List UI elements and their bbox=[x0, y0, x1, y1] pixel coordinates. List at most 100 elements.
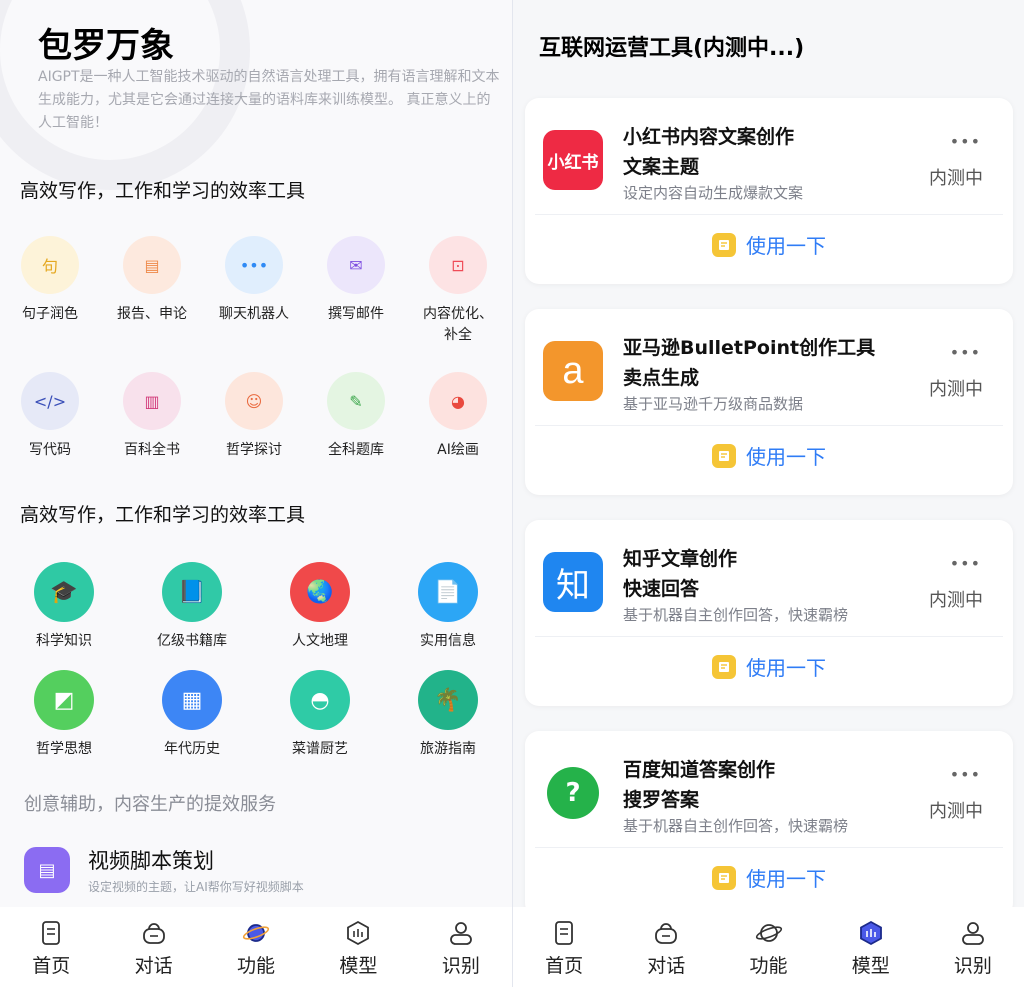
category-label: 实用信息 bbox=[420, 633, 476, 649]
nav-item-3[interactable]: 模型 bbox=[820, 907, 922, 987]
section-heading-categories: 高效写作，工作和学习的效率工具 bbox=[20, 504, 306, 526]
category-item[interactable]: 🎓 科学知识 bbox=[4, 562, 124, 650]
section-heading-tools: 高效写作，工作和学习的效率工具 bbox=[20, 180, 306, 202]
nav-label: 对话 bbox=[134, 955, 173, 977]
tool-label: 聊天机器人 bbox=[219, 306, 289, 322]
document-icon[interactable]: 📄 bbox=[418, 562, 478, 622]
tool-item[interactable]: ☺ 哲学探讨 bbox=[204, 372, 304, 461]
tool-label: 百科全书 bbox=[124, 442, 180, 458]
tools-title: 互联网运营工具(内测中...) bbox=[539, 36, 805, 61]
palm-tree-icon[interactable]: 🌴 bbox=[418, 670, 478, 730]
service-title[interactable]: 视频脚本策划 bbox=[88, 845, 214, 875]
history-icon[interactable]: ▦ bbox=[162, 670, 222, 730]
use-button-label: 使用一下 bbox=[746, 445, 826, 469]
card-description: 设定内容自动生成爆款文案 bbox=[623, 184, 804, 202]
tool-item[interactable]: ▥ 百科全书 bbox=[102, 372, 202, 461]
report-icon[interactable]: ▤ bbox=[123, 236, 181, 294]
xiaohongshu-logo: 小红书 bbox=[543, 130, 603, 190]
exercise-book-icon[interactable]: ✎ bbox=[327, 372, 385, 430]
use-button-label: 使用一下 bbox=[746, 867, 826, 891]
nav-label: 功能 bbox=[749, 955, 788, 977]
content-optimize-icon[interactable]: ⊡ bbox=[429, 236, 487, 294]
nav-label: 识别 bbox=[441, 955, 480, 977]
nav-item-0[interactable]: 首页 bbox=[0, 907, 102, 987]
nav-label: 首页 bbox=[32, 955, 71, 977]
nav-label: 识别 bbox=[953, 955, 992, 977]
nav-item-1[interactable]: 对话 bbox=[102, 907, 204, 987]
tool-item[interactable]: 句句子润色 bbox=[0, 236, 100, 325]
nav-item-2[interactable]: 功能 bbox=[717, 907, 819, 987]
more-options-icon[interactable]: ••• bbox=[950, 765, 981, 784]
category-item[interactable]: 📄 实用信息 bbox=[388, 562, 508, 650]
chat-icon bbox=[652, 919, 680, 947]
card-divider bbox=[535, 847, 1003, 848]
card-description: 基于机器自主创作回答，快速霸榜 bbox=[623, 817, 849, 835]
nav-item-4[interactable]: 识别 bbox=[410, 907, 512, 987]
nav-item-1[interactable]: 对话 bbox=[615, 907, 717, 987]
category-label: 人文地理 bbox=[292, 633, 348, 649]
category-item[interactable]: ◓ 菜谱厨艺 bbox=[260, 670, 380, 758]
card-divider bbox=[535, 214, 1003, 215]
more-options-icon[interactable]: ••• bbox=[950, 132, 981, 151]
card-subtitle: 搜罗答案 bbox=[623, 789, 700, 811]
use-button[interactable]: 使用一下 bbox=[525, 652, 1013, 681]
tool-item[interactable]: ⊡ 内容优化、补全 bbox=[408, 236, 508, 346]
card-subtitle: 文案主题 bbox=[623, 156, 700, 178]
tool-label: 哲学探讨 bbox=[226, 442, 282, 458]
tool-label: 句子润色 bbox=[22, 306, 78, 322]
graduation-cap-icon[interactable]: 🎓 bbox=[34, 562, 94, 622]
card-divider bbox=[535, 425, 1003, 426]
category-item[interactable]: 🌴 旅游指南 bbox=[388, 670, 508, 758]
use-button[interactable]: 使用一下 bbox=[525, 441, 1013, 470]
category-label: 科学知识 bbox=[36, 633, 92, 649]
note-icon bbox=[712, 654, 736, 679]
category-item[interactable]: ▦ 年代历史 bbox=[132, 670, 252, 758]
more-options-icon[interactable]: ••• bbox=[950, 343, 981, 362]
note-icon bbox=[712, 865, 736, 890]
nav-item-4[interactable]: 识别 bbox=[922, 907, 1024, 987]
sentence-icon[interactable]: 句 bbox=[21, 236, 79, 294]
nav-item-0[interactable]: 首页 bbox=[513, 907, 615, 987]
code-icon[interactable]: </> bbox=[21, 372, 79, 430]
mail-icon[interactable]: ✉ bbox=[327, 236, 385, 294]
cloche-icon[interactable]: ◓ bbox=[290, 670, 350, 730]
nav-label: 模型 bbox=[339, 955, 378, 977]
model-icon bbox=[857, 919, 885, 947]
palette-icon[interactable]: ◕ bbox=[429, 372, 487, 430]
status-badge: 内测中 bbox=[929, 801, 983, 822]
nav-item-3[interactable]: 模型 bbox=[307, 907, 409, 987]
more-options-icon[interactable]: ••• bbox=[950, 554, 981, 573]
tool-card: ? 百度知道答案创作 搜罗答案 基于机器自主创作回答，快速霸榜 ••• 内测中 使用一下 bbox=[525, 731, 1013, 917]
nav-item-2[interactable]: 功能 bbox=[205, 907, 307, 987]
tool-item[interactable]: </> 写代码 bbox=[0, 372, 100, 461]
tool-label: 内容优化、补全 bbox=[423, 306, 493, 343]
tool-item[interactable]: ✉ 撰写邮件 bbox=[306, 236, 406, 325]
zhihu-logo: 知 bbox=[543, 552, 603, 612]
category-label: 旅游指南 bbox=[420, 741, 476, 757]
book-icon[interactable]: 📘 bbox=[162, 562, 222, 622]
tool-item[interactable]: ✎ 全科题库 bbox=[306, 372, 406, 461]
card-description: 基于亚马逊千万级商品数据 bbox=[623, 395, 804, 413]
use-button[interactable]: 使用一下 bbox=[525, 863, 1013, 892]
amazon-logo: a bbox=[543, 341, 603, 401]
frame-icon[interactable]: ◩ bbox=[34, 670, 94, 730]
use-button-label: 使用一下 bbox=[746, 656, 826, 680]
category-label: 亿级书籍库 bbox=[157, 633, 227, 649]
category-item[interactable]: 🌏 人文地理 bbox=[260, 562, 380, 650]
script-icon[interactable]: ▤ bbox=[24, 847, 70, 893]
category-label: 年代历史 bbox=[164, 741, 220, 757]
use-button-label: 使用一下 bbox=[746, 234, 826, 258]
globe-icon[interactable]: 🌏 bbox=[290, 562, 350, 622]
nav-label: 功能 bbox=[237, 955, 276, 977]
head-think-icon[interactable]: ☺ bbox=[225, 372, 283, 430]
books-icon[interactable]: ▥ bbox=[123, 372, 181, 430]
tool-item[interactable]: ◕ AI绘画 bbox=[408, 372, 508, 461]
use-button[interactable]: 使用一下 bbox=[525, 230, 1013, 259]
tool-item[interactable]: ••• 聊天机器人 bbox=[204, 236, 304, 325]
chat-bubble-icon[interactable]: ••• bbox=[225, 236, 283, 294]
user-icon bbox=[447, 919, 475, 947]
category-item[interactable]: ◩ 哲学思想 bbox=[4, 670, 124, 758]
card-description: 基于机器自主创作回答，快速霸榜 bbox=[623, 606, 849, 624]
category-item[interactable]: 📘 亿级书籍库 bbox=[132, 562, 252, 650]
tool-item[interactable]: ▤ 报告、申论 bbox=[102, 236, 202, 325]
